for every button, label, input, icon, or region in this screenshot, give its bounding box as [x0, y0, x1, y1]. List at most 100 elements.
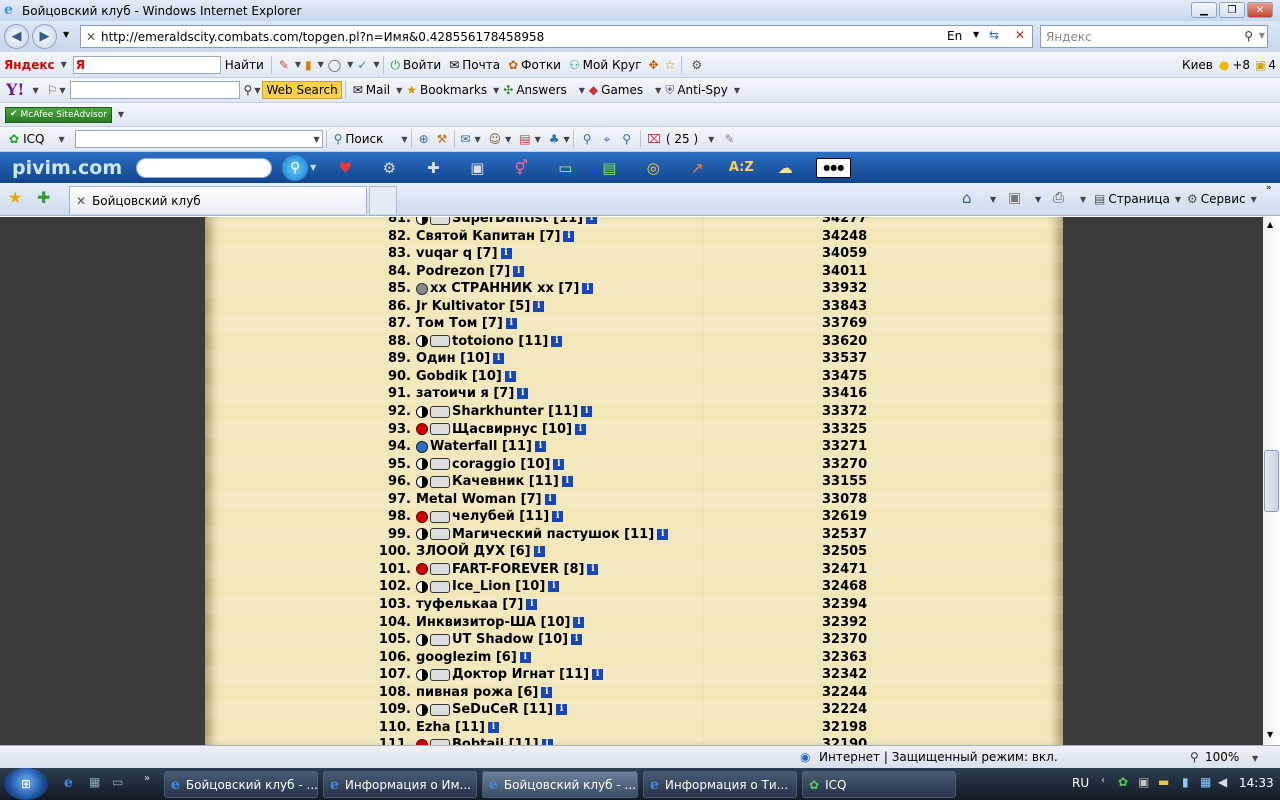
- quicklaunch-desktop-icon[interactable]: ▭: [112, 776, 123, 788]
- radio-icon[interactable]: ▣: [464, 157, 490, 179]
- alignment-dark-icon[interactable]: [416, 335, 428, 348]
- tray-icq-icon[interactable]: ✿: [1118, 776, 1128, 788]
- home-icon[interactable]: ⌂: [962, 191, 972, 206]
- tool-c-icon[interactable]: ⚲: [622, 133, 631, 145]
- player-name-link[interactable]: Святой Капитан [7]: [416, 228, 560, 245]
- player-name-link[interactable]: FART-FOREVER [8]: [452, 561, 584, 578]
- minimize-button[interactable]: ▁: [1191, 2, 1217, 18]
- player-name-link[interactable]: Доктор Игнат [11]: [452, 666, 589, 683]
- history-dropdown-icon[interactable]: ▼: [63, 31, 69, 39]
- notifications-icon[interactable]: ▣: [1255, 59, 1266, 71]
- tray-volume-icon[interactable]: ◀: [1218, 776, 1227, 788]
- icq-search-input[interactable]: ▼: [74, 130, 323, 148]
- player-info-icon[interactable]: i: [586, 217, 598, 224]
- cards-icon[interactable]: ▤: [519, 133, 530, 145]
- player-name-link[interactable]: totoiono [11]: [452, 333, 548, 350]
- icq-input-dropdown-icon[interactable]: ▼: [313, 135, 319, 144]
- player-info-icon[interactable]: i: [552, 511, 564, 523]
- player-info-icon[interactable]: i: [553, 458, 565, 470]
- zoom-dropdown-icon[interactable]: ▼: [1252, 754, 1258, 763]
- yandex-photos-button[interactable]: ✿ Фотки: [504, 54, 565, 76]
- alignment-red-icon[interactable]: [416, 423, 428, 436]
- player-info-icon[interactable]: i: [657, 528, 669, 540]
- player-name-link[interactable]: SuperDantist [11]: [452, 217, 583, 227]
- quicklaunch-ie-icon[interactable]: e: [64, 776, 73, 790]
- player-info-icon[interactable]: i: [513, 265, 525, 277]
- icq-search-dropdown-icon[interactable]: ▼: [401, 135, 407, 144]
- player-name-link[interactable]: Bobtail [11]: [452, 736, 539, 745]
- player-name-link[interactable]: туфелькаа [7]: [416, 596, 523, 613]
- player-info-icon[interactable]: i: [592, 669, 604, 681]
- player-name-link[interactable]: googlezim [6]: [416, 649, 517, 666]
- forward-button[interactable]: ▶: [32, 24, 57, 49]
- player-name-link[interactable]: UT Shadow [10]: [452, 631, 568, 648]
- yandex-find-button[interactable]: Найти: [221, 54, 268, 76]
- yandex-search-input[interactable]: Я: [72, 55, 221, 74]
- player-info-icon[interactable]: i: [573, 616, 585, 628]
- dating-icon[interactable]: ⚥: [508, 157, 534, 179]
- yahoo-menu-dropdown-icon[interactable]: ▼: [32, 86, 38, 95]
- start-button[interactable]: ⊞: [4, 768, 48, 800]
- alignment-dark-icon[interactable]: [416, 703, 428, 716]
- guild-emblem-icon[interactable]: [430, 668, 450, 681]
- player-name-link[interactable]: Качевник [11]: [452, 473, 559, 490]
- icq-label[interactable]: ICQ: [23, 132, 44, 146]
- favorites-star-icon[interactable]: ★: [8, 190, 22, 206]
- taskbar-item-info-2[interactable]: e Информация о Ти...: [643, 771, 797, 798]
- guild-emblem-icon[interactable]: [430, 703, 450, 716]
- player-info-icon[interactable]: i: [582, 283, 594, 295]
- player-info-icon[interactable]: i: [571, 634, 583, 646]
- clock[interactable]: 14:33: [1239, 776, 1274, 790]
- scroll-up-icon[interactable]: ▲: [1267, 221, 1273, 229]
- player-info-icon[interactable]: i: [533, 546, 545, 558]
- feeds-dropdown-icon[interactable]: ▼: [1035, 195, 1041, 204]
- player-info-icon[interactable]: i: [548, 581, 560, 593]
- add-favorites-icon[interactable]: ✚: [37, 190, 50, 206]
- stop-icon[interactable]: ✕: [1015, 29, 1025, 41]
- language-indicator[interactable]: RU: [1072, 776, 1089, 790]
- taskbar-item-fightclub-2[interactable]: e Бойцовский клуб - ...: [482, 771, 638, 798]
- player-info-icon[interactable]: i: [561, 476, 573, 488]
- icq-dropdown-icon[interactable]: ▼: [58, 135, 64, 144]
- player-info-icon[interactable]: i: [556, 704, 568, 716]
- pin-icon[interactable]: ✎: [724, 133, 734, 145]
- address-field[interactable]: ✕ http://emeraldscity.combats.com/topgen…: [80, 25, 1033, 48]
- tab-active[interactable]: ✕ Бойцовский клуб: [69, 186, 367, 214]
- yahoo-bookmarks-button[interactable]: ★ Bookmarks: [402, 79, 491, 101]
- player-info-icon[interactable]: i: [505, 318, 517, 330]
- yahoo-search-icon[interactable]: ⚲: [244, 84, 253, 96]
- print-icon[interactable]: ⎙: [1053, 191, 1064, 205]
- weather-temp[interactable]: +8: [1232, 58, 1250, 72]
- guild-emblem-icon[interactable]: [430, 528, 450, 541]
- search-icon[interactable]: ⚲: [1244, 30, 1253, 42]
- icq-search-button[interactable]: ⚲ Поиск: [330, 128, 388, 150]
- yahoo-mail-button[interactable]: ✉ Mail: [349, 79, 394, 101]
- tray-app-icon[interactable]: ▣: [1138, 776, 1149, 788]
- alignment-dark-icon[interactable]: [416, 405, 428, 418]
- player-info-icon[interactable]: i: [587, 563, 599, 575]
- tool-b-icon[interactable]: ⌖: [604, 133, 611, 145]
- chart-icon[interactable]: ↗: [684, 157, 710, 179]
- chevron-more-icon[interactable]: »: [1266, 184, 1272, 193]
- home-dropdown-icon[interactable]: ▼: [990, 195, 996, 204]
- alignment-mon-icon[interactable]: [416, 282, 428, 295]
- player-info-icon[interactable]: i: [563, 230, 575, 242]
- alignment-red-icon[interactable]: [416, 510, 428, 523]
- yandex-menu-dropdown-icon[interactable]: ▼: [61, 60, 67, 69]
- alignment-dark-icon[interactable]: [416, 580, 428, 593]
- icq-mail-count[interactable]: ( 25 ): [666, 132, 698, 146]
- alignment-dark-icon[interactable]: [416, 528, 428, 541]
- tray-network-icon[interactable]: ▦: [1200, 776, 1211, 788]
- guild-emblem-icon[interactable]: [430, 563, 450, 576]
- player-name-link[interactable]: Waterfall [11]: [430, 438, 532, 455]
- pivim-logo[interactable]: pivim.com: [12, 157, 122, 179]
- settings-icon[interactable]: ⚙: [376, 157, 402, 179]
- player-info-icon[interactable]: i: [534, 441, 546, 453]
- player-name-link[interactable]: xx СТРАННИК xx [7]: [430, 280, 579, 297]
- player-info-icon[interactable]: i: [493, 353, 505, 365]
- player-info-icon[interactable]: i: [526, 599, 538, 611]
- weather-icon[interactable]: ☁: [772, 157, 798, 179]
- guild-emblem-icon[interactable]: [430, 510, 450, 523]
- alignment-dark-icon[interactable]: [416, 668, 428, 681]
- city-label[interactable]: Киев: [1182, 58, 1213, 72]
